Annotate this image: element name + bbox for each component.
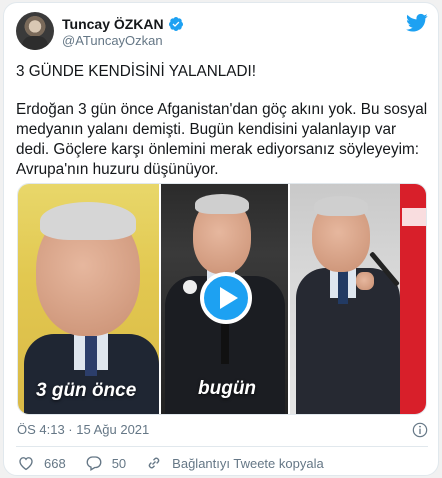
info-icon[interactable] bbox=[412, 422, 428, 438]
tweet-header: Tuncay ÖZKAN @ATuncayOzkan bbox=[16, 12, 428, 52]
twitter-bird-icon[interactable] bbox=[406, 13, 428, 33]
video-frame-right bbox=[290, 184, 426, 414]
verified-badge-icon bbox=[168, 16, 183, 31]
copy-link-button[interactable]: Bağlantıyı Tweete kopyala bbox=[145, 454, 324, 472]
divider bbox=[16, 446, 428, 447]
reply-count: 50 bbox=[111, 455, 127, 471]
tweet-card: Tuncay ÖZKAN @ATuncayOzkan 3 GÜNDE KENDİ… bbox=[3, 2, 439, 476]
tweet-text: 3 GÜNDE KENDİSİNİ YALANLADI! Erdoğan 3 g… bbox=[16, 62, 430, 200]
like-count: 668 bbox=[44, 455, 66, 471]
author-display-name[interactable]: Tuncay ÖZKAN bbox=[62, 16, 164, 32]
link-icon bbox=[148, 457, 160, 469]
tweet-video[interactable]: 3 gün önce bugün bbox=[17, 183, 427, 415]
tweet-body: Erdoğan 3 gün önce Afganistan'dan göç ak… bbox=[16, 101, 428, 178]
video-frame-left: 3 gün önce bbox=[18, 184, 159, 414]
author-name-row[interactable]: Tuncay ÖZKAN bbox=[62, 15, 184, 32]
like-button[interactable]: 668 bbox=[17, 454, 66, 472]
caption-3-days-ago: 3 gün önce bbox=[36, 380, 137, 401]
play-icon bbox=[219, 287, 238, 309]
tweet-timestamp[interactable]: ÖS 4:13 · 15 Ağu 2021 bbox=[17, 422, 149, 437]
reply-bubble-icon bbox=[86, 456, 102, 471]
avatar[interactable] bbox=[16, 12, 54, 50]
play-button[interactable] bbox=[200, 272, 252, 324]
reply-button[interactable]: 50 bbox=[85, 454, 126, 472]
copy-link-label: Bağlantıyı Tweete kopyala bbox=[172, 455, 324, 471]
author-handle[interactable]: @ATuncayOzkan bbox=[62, 33, 163, 48]
tweet-actions: 668 50 Bağlantıyı Tweete kopyala bbox=[17, 453, 343, 473]
caption-today: bugün bbox=[198, 378, 257, 399]
tweet-headline: 3 GÜNDE KENDİSİNİ YALANLADI! bbox=[16, 63, 257, 80]
heart-icon bbox=[19, 457, 33, 471]
